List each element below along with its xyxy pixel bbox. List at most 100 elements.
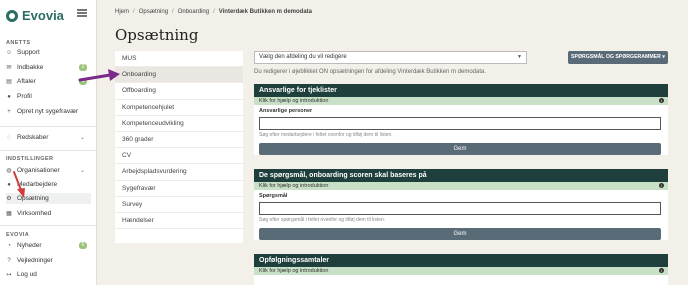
sidebar-item-support[interactable]: ☺ Support [6, 47, 91, 58]
divider [0, 225, 96, 226]
sidebar-item-label: Vejledninger [17, 257, 53, 264]
question-icon: ? [7, 257, 11, 264]
field-label: Spørgsmål [259, 193, 288, 199]
info-icon: i [659, 183, 664, 188]
breadcrumb-current: Vinterdæk Butikken m demodata [218, 9, 312, 15]
breadcrumb: Hjem / Opsætning / Onboarding / Vinterdæk Buti… [115, 9, 312, 15]
sidebar-item-label: Profil [17, 93, 32, 100]
setup-subnav: MUS Onboarding Offboarding Kompetencehju… [115, 51, 243, 243]
hamburger-menu-icon[interactable] [77, 9, 87, 17]
count-badge: 1 [79, 78, 87, 85]
news-icon: ◔ [7, 242, 11, 249]
sidebar-item-organizations[interactable]: ◍ Organisationer ⌄ [6, 165, 91, 176]
logout-icon: ↦ [6, 271, 12, 278]
brand-name: Evovia [22, 8, 64, 23]
subnav-item-cv[interactable]: CV [115, 148, 243, 165]
page-title: Opsætning [115, 26, 199, 44]
sidebar-heading: EVOVIA [6, 232, 30, 238]
sidebar-item-new-absence[interactable]: + Opret nyt sygefravær [6, 106, 91, 117]
sidebar-item-label: Organisationer [17, 167, 60, 174]
chevron-down-icon: ▼ [517, 54, 522, 60]
questions-and-frameworks-button[interactable]: SPØRGSMÅL OG SPØRGERAMMER ▾ [568, 51, 668, 64]
count-badge: 2 [79, 64, 87, 71]
help-text: Klik for hjælp og introduktion [259, 183, 329, 189]
tools-icon: ◌ [7, 134, 11, 141]
field-label: Ansvarlige personer [259, 108, 313, 114]
sidebar-item-label: Medarbejdere [17, 181, 58, 188]
subnav-item-competence-development[interactable]: Kompetenceudvikling [115, 116, 243, 132]
editing-hint: Du redigerer i øjeblikket ON opsætningen… [254, 69, 487, 75]
subnav-item-competence-wheel[interactable]: Kompetencehjulet [115, 100, 243, 116]
chevron-down-icon: ⌄ [79, 135, 85, 141]
breadcrumb-link[interactable]: Onboarding [178, 9, 209, 15]
sidebar-item-label: Redskaber [17, 134, 49, 141]
sidebar-item-label: Nyheder [17, 242, 42, 249]
sidebar-item-employees[interactable]: ● Medarbejdere [6, 179, 91, 190]
subnav-item-mus[interactable]: MUS [115, 51, 243, 68]
field-hint: Søg efter spørgsmål i feltet ovenfor og … [259, 217, 386, 223]
follow-up-meetings-card: Opfølgningssamtaler Klik for hjælp og in… [254, 254, 668, 285]
info-icon: i [659, 268, 664, 273]
field-hint: Søg efter medarbejdere i feltet ovenfor … [259, 132, 393, 138]
sidebar-item-tools[interactable]: ◌ Redskaber ⌄ [6, 132, 91, 143]
help-bar[interactable]: Klik for hjælp og introduktion i [254, 97, 668, 105]
subnav-item-360[interactable]: 360 grader [115, 132, 243, 149]
sidebar-item-guides[interactable]: ? Vejledninger [6, 255, 91, 266]
sidebar-item-inbox[interactable]: ✉ Indbakke 2 [6, 62, 91, 73]
inbox-icon: ✉ [6, 64, 12, 71]
logo[interactable]: Evovia [6, 8, 64, 23]
support-icon: ☺ [6, 49, 13, 56]
count-badge: 6 [79, 242, 87, 249]
breadcrumb-link[interactable]: Opsætning [139, 9, 168, 15]
organization-icon: ◍ [6, 167, 12, 174]
sidebar-item-label: Aftaler [17, 78, 36, 85]
sidebar-item-label: Log ud [17, 271, 37, 278]
subnav-item-offboarding[interactable]: Offboarding [115, 83, 243, 100]
sidebar-item-appointments[interactable]: ▤ Aftaler 1 [6, 76, 91, 87]
chevron-down-icon: ⌄ [79, 168, 85, 174]
calendar-icon: ▤ [6, 78, 12, 85]
subnav-item-survey[interactable]: Survey [115, 197, 243, 213]
sidebar-heading: ANETTS [6, 40, 31, 46]
card-title: Opfølgningssamtaler [254, 254, 668, 267]
responsible-persons-input[interactable] [259, 117, 661, 130]
sidebar-item-logout[interactable]: ↦ Log ud [6, 269, 91, 280]
sidebar-heading: INDSTILLINGER [6, 156, 54, 162]
divider [0, 126, 96, 127]
card-title: De spørgsmål, onboarding scoren skal bas… [254, 169, 668, 182]
save-button[interactable]: Gem [259, 143, 661, 155]
subnav-item-sick-leave[interactable]: Sygefravær [115, 181, 243, 197]
responsible-checklists-card: Ansvarlige for tjeklister Klik for hjælp… [254, 84, 668, 155]
save-button[interactable]: Gem [259, 228, 661, 240]
department-select[interactable]: Vælg den afdeling du vil redigere ▼ [254, 51, 527, 64]
help-bar[interactable]: Klik for hjælp og introduktion i [254, 267, 668, 275]
help-text: Klik for hjælp og introduktion [259, 98, 329, 104]
department-select-value: Vælg den afdeling du vil redigere [259, 54, 347, 60]
subnav-item-workplace-assessment[interactable]: Arbejdspladsvurdering [115, 164, 243, 181]
subnav-item-incidents[interactable]: Hændelser [115, 213, 243, 230]
sidebar-item-news[interactable]: ◔ Nyheder 6 [6, 240, 91, 251]
questions-input[interactable] [259, 202, 661, 215]
building-icon: ▦ [6, 210, 12, 217]
sidebar-item-label: Indbakke [17, 64, 44, 71]
sidebar: Evovia ANETTS ☺ Support ✉ Indbakke 2 ▤ Aftal… [0, 0, 97, 285]
sidebar-item-profile[interactable]: ● Profil [6, 91, 91, 102]
evovia-logo-icon [6, 9, 18, 22]
sidebar-item-company[interactable]: ▦ Virksomhed [6, 208, 91, 219]
help-bar[interactable]: Klik for hjælp og introduktion i [254, 182, 668, 190]
info-icon: i [659, 98, 664, 103]
plus-icon: + [7, 108, 11, 115]
breadcrumb-link[interactable]: Hjem [115, 9, 129, 15]
subnav-item-onboarding[interactable]: Onboarding [115, 67, 243, 84]
card-title: Ansvarlige for tjeklister [254, 84, 668, 97]
help-text: Klik for hjælp og introduktion [259, 268, 329, 274]
onboarding-score-questions-card: De spørgsmål, onboarding scoren skal bas… [254, 169, 668, 240]
sidebar-item-label: Virksomhed [17, 210, 52, 217]
user-icon: ● [7, 93, 11, 100]
divider [0, 150, 96, 151]
sidebar-item-label: Opsætning [17, 195, 49, 202]
gear-icon: ⚙ [6, 195, 12, 202]
employees-icon: ● [7, 181, 11, 188]
button-label: SPØRGSMÅL OG SPØRGERAMMER [571, 54, 661, 60]
sidebar-item-setup[interactable]: ⚙ Opsætning [6, 193, 91, 204]
